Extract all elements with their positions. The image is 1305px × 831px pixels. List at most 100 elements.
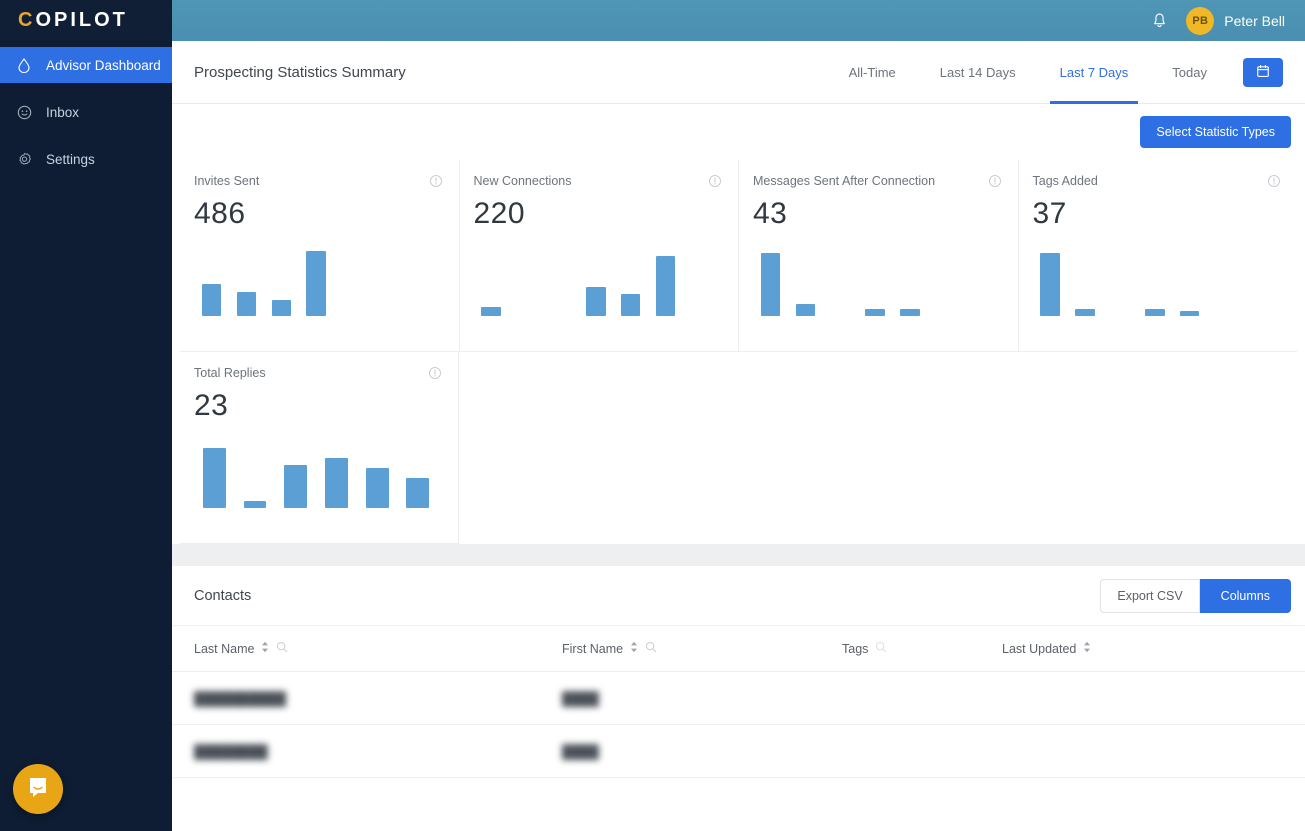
- column-header-last-name[interactable]: Last Name: [194, 641, 562, 656]
- statistics-cards: Invites Sent 486 New Connections 220 Mes…: [172, 160, 1305, 544]
- chart-bar[interactable]: [1075, 309, 1095, 316]
- chart-bar[interactable]: [585, 287, 606, 316]
- chart-bar-slot: [235, 436, 276, 508]
- column-header-first-name[interactable]: First Name: [562, 641, 842, 656]
- stat-card-header: Tags Added: [1033, 174, 1282, 189]
- info-icon[interactable]: [429, 174, 443, 188]
- page-header: Prospecting Statistics Summary All-Time …: [172, 41, 1305, 104]
- main-content: PB Peter Bell Prospecting Statistics Sum…: [172, 0, 1305, 831]
- chart-bar-slot: [613, 244, 648, 316]
- calendar-button[interactable]: [1243, 57, 1283, 87]
- stat-card-header: Total Replies: [194, 366, 442, 381]
- sort-arrows-icon[interactable]: [1083, 641, 1091, 656]
- chart-bar[interactable]: [760, 253, 781, 316]
- info-icon[interactable]: [428, 366, 442, 380]
- chat-face-icon: [16, 104, 32, 120]
- sort-arrows-icon[interactable]: [261, 641, 269, 656]
- chart-bar[interactable]: [865, 309, 885, 316]
- sort-arrows-icon[interactable]: [630, 641, 638, 656]
- stat-card-value: 23: [194, 389, 229, 422]
- chart-bar-slot: [788, 244, 823, 316]
- chart-bar-slot: [858, 244, 893, 316]
- sidebar-item-inbox[interactable]: Inbox: [0, 94, 172, 130]
- chart-bar[interactable]: [406, 478, 430, 508]
- search-icon[interactable]: [276, 641, 288, 656]
- chart-bar[interactable]: [1179, 311, 1200, 316]
- chart-bar[interactable]: [306, 251, 326, 316]
- chart-bar-slot: [194, 436, 235, 508]
- sidebar-item-label: Advisor Dashboard: [46, 57, 161, 73]
- select-statistic-types-button[interactable]: Select Statistic Types: [1140, 116, 1291, 148]
- chart-bar-slot: [194, 244, 229, 316]
- chart-bar-slot: [963, 244, 998, 316]
- chart-bar-slot: [1102, 244, 1137, 316]
- chart-bar[interactable]: [620, 294, 641, 316]
- chart-bar-slot: [823, 244, 858, 316]
- stat-card-label: Invites Sent: [194, 174, 260, 188]
- chart-bar[interactable]: [1040, 253, 1060, 316]
- brand-logo-rest: OPILOT: [35, 9, 128, 31]
- chart-bar[interactable]: [365, 468, 389, 508]
- table-row[interactable]: ████████ ████: [172, 725, 1305, 778]
- intercom-chat-launcher-button[interactable]: [13, 764, 63, 814]
- chart-bar[interactable]: [271, 300, 292, 316]
- sparkline-chart: [194, 244, 443, 316]
- export-csv-button[interactable]: Export CSV: [1100, 578, 1200, 613]
- chart-bar[interactable]: [795, 304, 816, 316]
- chart-bar[interactable]: [284, 465, 308, 508]
- stat-card-tags-added: Tags Added 37: [1018, 160, 1297, 352]
- chart-bar[interactable]: [325, 458, 348, 508]
- chart-bar-slot: [1172, 244, 1207, 316]
- info-icon[interactable]: [988, 174, 1002, 188]
- tab-last-14-days[interactable]: Last 14 Days: [918, 41, 1038, 104]
- calendar-icon: [1256, 64, 1270, 81]
- column-header-tags[interactable]: Tags: [842, 641, 1002, 656]
- chart-bar[interactable]: [655, 256, 676, 316]
- chart-bar-slot: [369, 244, 404, 316]
- chart-bar-slot: [229, 244, 264, 316]
- gear-icon: [16, 151, 32, 167]
- sidebar-item-settings[interactable]: Settings: [0, 141, 172, 177]
- table-row[interactable]: ██████████ ████: [172, 672, 1305, 725]
- stat-card-messages-sent-after-connection: Messages Sent After Connection 43: [739, 160, 1019, 352]
- chart-bar[interactable]: [201, 284, 222, 316]
- brand-logo-initial: C: [18, 9, 36, 31]
- chart-bar-slot: [474, 244, 509, 316]
- app-root: C OPILOT Advisor Dashboard Inbox Setting…: [0, 0, 1305, 831]
- contacts-actions: Export CSV Columns: [1100, 578, 1291, 613]
- sidebar: C OPILOT Advisor Dashboard Inbox Setting…: [0, 0, 172, 831]
- tab-last-7-days[interactable]: Last 7 Days: [1038, 41, 1151, 104]
- chart-bar[interactable]: [236, 292, 257, 316]
- chart-bar-slot: [1242, 244, 1277, 316]
- sparkline-chart: [753, 244, 1002, 316]
- bell-icon[interactable]: [1146, 8, 1172, 34]
- chart-bar-slot: [398, 436, 439, 508]
- search-icon[interactable]: [645, 641, 657, 656]
- columns-button[interactable]: Columns: [1199, 578, 1291, 613]
- user-menu[interactable]: PB Peter Bell: [1186, 6, 1285, 35]
- info-icon[interactable]: [708, 174, 722, 188]
- chart-bar-slot: [543, 244, 578, 316]
- chart-bar-slot: [264, 244, 299, 316]
- column-header-last-updated[interactable]: Last Updated: [1002, 641, 1242, 656]
- chart-bar[interactable]: [243, 501, 267, 508]
- chart-bar-slot: [1067, 244, 1102, 316]
- tab-all-time[interactable]: All-Time: [827, 41, 918, 104]
- chart-bar[interactable]: [1144, 309, 1165, 316]
- search-icon[interactable]: [875, 641, 887, 656]
- tab-today[interactable]: Today: [1150, 41, 1229, 104]
- cell-first-name: ████: [562, 690, 599, 706]
- sidebar-item-label: Inbox: [46, 104, 80, 120]
- table-header-row: Last Name First Name Tags Last Updated: [172, 626, 1305, 672]
- stat-card-label: Total Replies: [194, 366, 266, 380]
- chart-bar[interactable]: [202, 448, 226, 508]
- sidebar-item-advisor-dashboard[interactable]: Advisor Dashboard: [0, 47, 172, 83]
- column-header-label: First Name: [562, 641, 624, 656]
- chart-bar-slot: [334, 244, 369, 316]
- chart-bar[interactable]: [481, 307, 501, 316]
- chart-bar[interactable]: [900, 309, 920, 316]
- chart-bar-slot: [753, 244, 788, 316]
- info-icon[interactable]: [1267, 174, 1281, 188]
